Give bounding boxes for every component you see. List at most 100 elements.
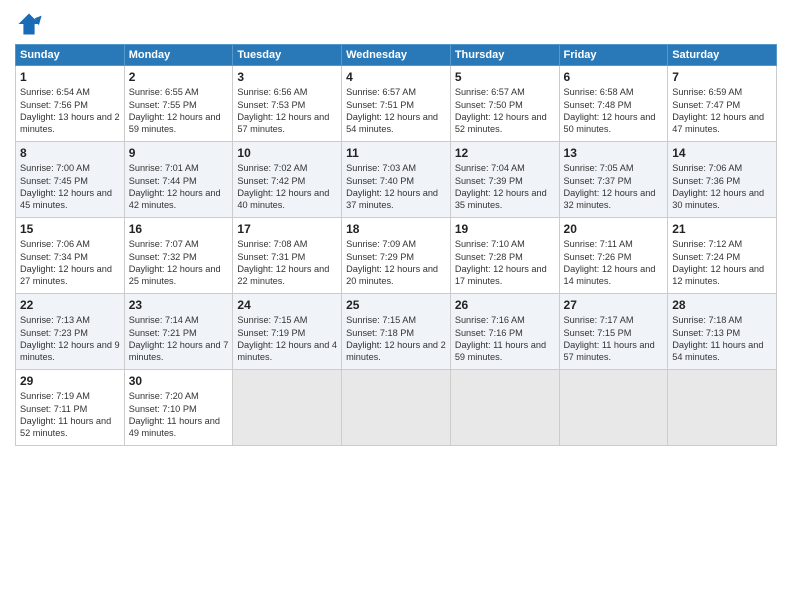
sunset-text: Sunset: 7:15 PM (564, 327, 664, 339)
sunrise-text: Sunrise: 7:16 AM (455, 314, 555, 326)
sunset-text: Sunset: 7:11 PM (20, 403, 120, 415)
day-number: 8 (20, 145, 120, 161)
daylight-text: Daylight: 12 hours and 54 minutes. (346, 111, 446, 136)
calendar-cell: 21Sunrise: 7:12 AMSunset: 7:24 PMDayligh… (668, 218, 777, 294)
day-number: 16 (129, 221, 229, 237)
sunrise-text: Sunrise: 7:11 AM (564, 238, 664, 250)
calendar-cell: 25Sunrise: 7:15 AMSunset: 7:18 PMDayligh… (342, 294, 451, 370)
sunset-text: Sunset: 7:16 PM (455, 327, 555, 339)
sunrise-text: Sunrise: 6:56 AM (237, 86, 337, 98)
col-header-thursday: Thursday (450, 45, 559, 66)
calendar-cell: 7Sunrise: 6:59 AMSunset: 7:47 PMDaylight… (668, 66, 777, 142)
calendar-cell: 16Sunrise: 7:07 AMSunset: 7:32 PMDayligh… (124, 218, 233, 294)
sunrise-text: Sunrise: 7:10 AM (455, 238, 555, 250)
daylight-text: Daylight: 12 hours and 50 minutes. (564, 111, 664, 136)
day-number: 19 (455, 221, 555, 237)
calendar-cell: 27Sunrise: 7:17 AMSunset: 7:15 PMDayligh… (559, 294, 668, 370)
calendar-cell: 8Sunrise: 7:00 AMSunset: 7:45 PMDaylight… (16, 142, 125, 218)
sunset-text: Sunset: 7:18 PM (346, 327, 446, 339)
col-header-tuesday: Tuesday (233, 45, 342, 66)
day-number: 1 (20, 69, 120, 85)
day-number: 2 (129, 69, 229, 85)
calendar-cell: 19Sunrise: 7:10 AMSunset: 7:28 PMDayligh… (450, 218, 559, 294)
col-header-friday: Friday (559, 45, 668, 66)
daylight-text: Daylight: 12 hours and 22 minutes. (237, 263, 337, 288)
sunrise-text: Sunrise: 6:57 AM (455, 86, 555, 98)
sunset-text: Sunset: 7:21 PM (129, 327, 229, 339)
sunrise-text: Sunrise: 7:01 AM (129, 162, 229, 174)
sunrise-text: Sunrise: 7:04 AM (455, 162, 555, 174)
day-number: 7 (672, 69, 772, 85)
sunset-text: Sunset: 7:32 PM (129, 251, 229, 263)
daylight-text: Daylight: 12 hours and 52 minutes. (455, 111, 555, 136)
sunrise-text: Sunrise: 6:54 AM (20, 86, 120, 98)
sunset-text: Sunset: 7:26 PM (564, 251, 664, 263)
calendar-cell: 26Sunrise: 7:16 AMSunset: 7:16 PMDayligh… (450, 294, 559, 370)
daylight-text: Daylight: 12 hours and 25 minutes. (129, 263, 229, 288)
col-header-monday: Monday (124, 45, 233, 66)
daylight-text: Daylight: 12 hours and 9 minutes. (20, 339, 120, 364)
sunset-text: Sunset: 7:44 PM (129, 175, 229, 187)
day-number: 17 (237, 221, 337, 237)
daylight-text: Daylight: 12 hours and 37 minutes. (346, 187, 446, 212)
calendar-header-row: SundayMondayTuesdayWednesdayThursdayFrid… (16, 45, 777, 66)
sunrise-text: Sunrise: 7:20 AM (129, 390, 229, 402)
calendar-cell: 1Sunrise: 6:54 AMSunset: 7:56 PMDaylight… (16, 66, 125, 142)
logo-icon (15, 10, 43, 38)
daylight-text: Daylight: 11 hours and 59 minutes. (455, 339, 555, 364)
calendar-cell (450, 370, 559, 446)
daylight-text: Daylight: 12 hours and 4 minutes. (237, 339, 337, 364)
sunset-text: Sunset: 7:29 PM (346, 251, 446, 263)
sunrise-text: Sunrise: 7:17 AM (564, 314, 664, 326)
daylight-text: Daylight: 12 hours and 12 minutes. (672, 263, 772, 288)
sunset-text: Sunset: 7:10 PM (129, 403, 229, 415)
calendar-cell: 28Sunrise: 7:18 AMSunset: 7:13 PMDayligh… (668, 294, 777, 370)
col-header-saturday: Saturday (668, 45, 777, 66)
day-number: 13 (564, 145, 664, 161)
daylight-text: Daylight: 12 hours and 7 minutes. (129, 339, 229, 364)
sunrise-text: Sunrise: 7:12 AM (672, 238, 772, 250)
day-number: 4 (346, 69, 446, 85)
day-number: 21 (672, 221, 772, 237)
sunset-text: Sunset: 7:40 PM (346, 175, 446, 187)
daylight-text: Daylight: 11 hours and 57 minutes. (564, 339, 664, 364)
sunset-text: Sunset: 7:50 PM (455, 99, 555, 111)
sunrise-text: Sunrise: 7:06 AM (20, 238, 120, 250)
daylight-text: Daylight: 12 hours and 32 minutes. (564, 187, 664, 212)
day-number: 5 (455, 69, 555, 85)
day-number: 28 (672, 297, 772, 313)
calendar-cell: 20Sunrise: 7:11 AMSunset: 7:26 PMDayligh… (559, 218, 668, 294)
calendar-cell: 6Sunrise: 6:58 AMSunset: 7:48 PMDaylight… (559, 66, 668, 142)
sunset-text: Sunset: 7:23 PM (20, 327, 120, 339)
day-number: 20 (564, 221, 664, 237)
sunset-text: Sunset: 7:34 PM (20, 251, 120, 263)
calendar-cell: 11Sunrise: 7:03 AMSunset: 7:40 PMDayligh… (342, 142, 451, 218)
sunrise-text: Sunrise: 6:59 AM (672, 86, 772, 98)
sunrise-text: Sunrise: 6:55 AM (129, 86, 229, 98)
sunset-text: Sunset: 7:51 PM (346, 99, 446, 111)
calendar-cell: 4Sunrise: 6:57 AMSunset: 7:51 PMDaylight… (342, 66, 451, 142)
sunrise-text: Sunrise: 7:15 AM (346, 314, 446, 326)
day-number: 24 (237, 297, 337, 313)
sunrise-text: Sunrise: 7:07 AM (129, 238, 229, 250)
calendar-table: SundayMondayTuesdayWednesdayThursdayFrid… (15, 44, 777, 446)
daylight-text: Daylight: 12 hours and 42 minutes. (129, 187, 229, 212)
daylight-text: Daylight: 12 hours and 20 minutes. (346, 263, 446, 288)
col-header-wednesday: Wednesday (342, 45, 451, 66)
calendar-cell: 22Sunrise: 7:13 AMSunset: 7:23 PMDayligh… (16, 294, 125, 370)
daylight-text: Daylight: 13 hours and 2 minutes. (20, 111, 120, 136)
day-number: 23 (129, 297, 229, 313)
calendar-week-1: 8Sunrise: 7:00 AMSunset: 7:45 PMDaylight… (16, 142, 777, 218)
day-number: 25 (346, 297, 446, 313)
sunset-text: Sunset: 7:28 PM (455, 251, 555, 263)
daylight-text: Daylight: 11 hours and 54 minutes. (672, 339, 772, 364)
daylight-text: Daylight: 12 hours and 17 minutes. (455, 263, 555, 288)
calendar-cell: 30Sunrise: 7:20 AMSunset: 7:10 PMDayligh… (124, 370, 233, 446)
calendar-week-3: 22Sunrise: 7:13 AMSunset: 7:23 PMDayligh… (16, 294, 777, 370)
calendar-cell (233, 370, 342, 446)
sunrise-text: Sunrise: 7:15 AM (237, 314, 337, 326)
calendar-cell: 9Sunrise: 7:01 AMSunset: 7:44 PMDaylight… (124, 142, 233, 218)
day-number: 11 (346, 145, 446, 161)
calendar-cell: 13Sunrise: 7:05 AMSunset: 7:37 PMDayligh… (559, 142, 668, 218)
daylight-text: Daylight: 12 hours and 47 minutes. (672, 111, 772, 136)
